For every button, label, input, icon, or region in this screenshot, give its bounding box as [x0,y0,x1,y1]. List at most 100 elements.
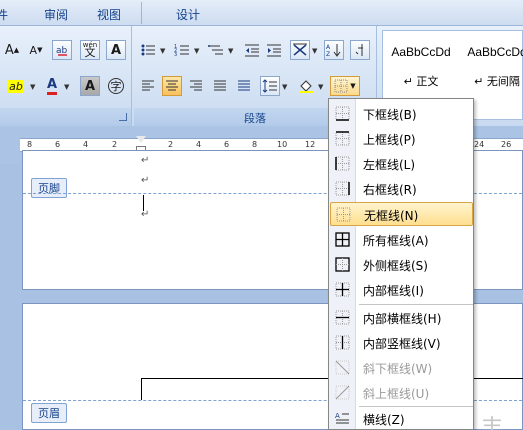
ruler-number: 26 [501,140,512,149]
shading-dropdown-arrow[interactable]: ▼ [318,83,323,91]
menu-item-right-border[interactable]: 右框线(R) [330,177,473,201]
menu-item-label: 内部竖框线(V) [363,337,441,351]
phonetic-guide-icon: wén 文 [82,41,98,59]
bullets-button[interactable] [138,40,158,60]
clear-format-icon: ab [56,46,68,56]
font-dialog-launcher[interactable] [119,113,127,121]
chinese-layout-button[interactable] [290,40,310,60]
diagonal-down-border-icon [335,360,350,375]
decrease-indent-icon [245,44,259,57]
show-marks-button[interactable] [350,40,370,60]
sort-icon: AZ [326,44,341,57]
distributed-button[interactable] [234,76,254,96]
font-color-dropdown-arrow[interactable]: ▼ [64,83,69,91]
ruler-number: 12 [305,140,316,149]
tab-file[interactable]: 件 [0,6,8,23]
align-center-button[interactable] [162,76,182,96]
char-border-button[interactable]: A [106,40,126,60]
decrease-indent-button[interactable] [242,40,262,60]
multilevel-dropdown-arrow[interactable]: ▼ [228,47,233,55]
menu-separator [359,304,473,305]
char-shading-button[interactable]: A [80,76,100,96]
tab-separator [141,2,142,24]
right-border-icon [335,181,350,196]
paragraph-mark: ↵ [141,175,150,186]
increase-indent-icon [267,44,281,57]
ruler-number: 10 [277,140,288,149]
no-border-icon [334,79,348,93]
first-line-indent-marker[interactable] [136,136,146,143]
ribbon-tab-strip: 件 审阅 视图 设计 [0,0,523,26]
align-right-icon [190,80,202,91]
ruler-number: 4 [196,140,202,149]
numbering-button[interactable]: 123 [172,40,192,60]
numbering-dropdown-arrow[interactable]: ▼ [194,47,199,55]
grow-font-icon: A [4,42,14,58]
enclose-char-button[interactable]: 字 [106,76,126,96]
highlight-icon: ab [8,79,24,93]
menu-item-inside-horizontal-border[interactable]: 内部横框线(H) [330,306,473,330]
font-color-button[interactable]: A [42,76,62,96]
align-left-icon [142,80,154,91]
svg-text:3: 3 [174,52,177,57]
menu-item-no-border[interactable]: 无框线(N) [330,202,473,226]
menu-item-label: 内部横框线(H) [363,312,442,326]
tab-design[interactable]: 设计 [176,6,200,23]
inside-borders-icon [335,282,350,297]
clear-format-button[interactable]: ab [52,40,72,60]
justify-button[interactable] [210,76,230,96]
bullets-dropdown-arrow[interactable]: ▼ [160,47,165,55]
menu-item-label: 横线(Z) [363,413,405,427]
char-border-icon: A [110,42,122,58]
menu-item-bottom-border[interactable]: 下框线(B) [330,102,473,126]
align-center-icon [166,80,178,91]
style-normal-sample: AaBbCcDd [391,45,451,59]
header-tag: 页眉 [31,403,67,423]
align-right-button[interactable] [186,76,206,96]
menu-item-inside-vertical-border[interactable]: 内部竖框线(V) [330,331,473,355]
top-border-icon [335,131,350,146]
footer-tag: 页脚 [31,178,67,198]
phonetic-guide-button[interactable]: wén 文 [80,40,100,60]
bottom-border-icon [335,106,350,121]
highlight-dropdown-arrow[interactable]: ▼ [30,83,35,91]
paragraph-mark-icon [355,44,363,56]
ruler-number: 2 [168,140,174,149]
ruler-number: 6 [224,140,230,149]
ruler-number: 8 [27,140,33,149]
highlight-button[interactable]: ab [4,76,28,96]
multilevel-list-button[interactable] [206,40,226,60]
menu-item-outside-borders[interactable]: 外侧框线(S) [330,253,473,277]
char-shading-icon: A [84,78,96,94]
menu-item-left-border[interactable]: 左框线(L) [330,152,473,176]
svg-text:A: A [326,44,331,51]
shrink-font-button[interactable]: A ▼ [26,40,46,60]
tab-review[interactable]: 审阅 [44,6,68,23]
menu-item-diagonal-down-border: 斜下框线(W) [330,356,473,380]
menu-item-all-borders[interactable]: 所有框线(A) [330,228,473,252]
chinese-layout-dropdown-arrow[interactable]: ▼ [312,47,317,55]
outside-borders-icon [335,257,350,272]
menu-item-top-border[interactable]: 上框线(P) [330,127,473,151]
increase-indent-button[interactable] [264,40,284,60]
borders-button[interactable]: ▼ [330,76,360,96]
align-left-button[interactable] [138,76,158,96]
menu-item-horizontal-line[interactable]: A 横线(Z) [330,407,473,430]
menu-item-label: 斜下框线(W) [363,362,433,376]
menu-item-label: 下框线(B) [363,108,417,122]
diagonal-up-border-icon [335,385,350,400]
menu-item-inside-borders[interactable]: 内部框线(I) [330,278,473,302]
tab-view[interactable]: 视图 [97,6,121,23]
borders-dropdown-menu: 下框线(B) 上框线(P) 左框线(L) 右框线(R) 无框线(N) 所有框线(… [328,98,474,430]
shading-button[interactable] [296,76,316,96]
ruler-number: 4 [83,140,89,149]
ruler-number: 8 [252,140,258,149]
line-spacing-icon [262,79,277,93]
line-spacing-dropdown-arrow[interactable]: ▼ [282,83,287,91]
sort-button[interactable]: AZ [324,40,344,60]
style-normal-label: ↵ 正文 [403,75,439,88]
menu-item-label: 斜上框线(U) [363,387,430,401]
grow-font-button[interactable]: A ▲ [2,40,22,60]
header-rule-edge [141,378,142,400]
line-spacing-button[interactable] [260,76,280,96]
